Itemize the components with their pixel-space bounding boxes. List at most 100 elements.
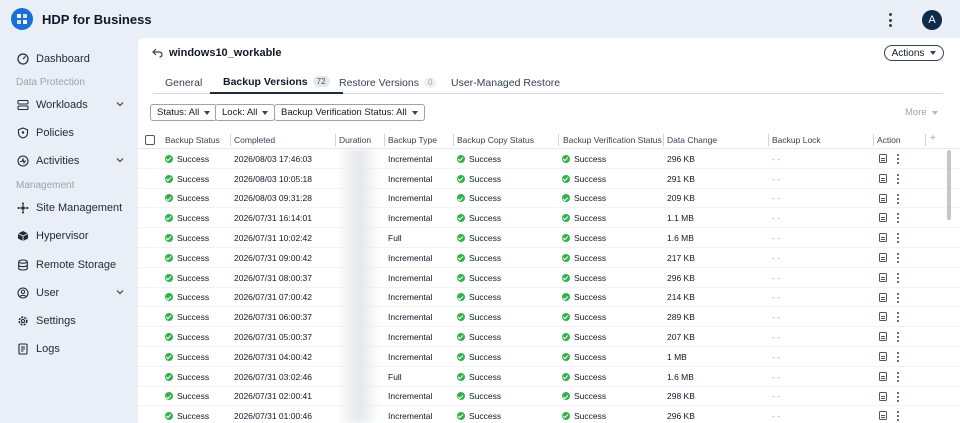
column-header[interactable]: Backup Copy Status [457,135,534,145]
restore-document-icon[interactable] [879,411,887,421]
lock-filter[interactable]: Lock: All [215,104,276,121]
restore-document-icon[interactable] [879,233,887,243]
row-more-icon[interactable] [895,371,901,382]
vertical-scrollbar[interactable] [947,150,951,220]
data-change-cell: 214 KB [667,292,695,303]
data-change-cell: 1.6 MB [667,371,694,382]
more-dropdown[interactable]: More [905,107,938,118]
restore-document-icon[interactable] [879,173,887,183]
more-options-icon[interactable] [882,11,898,29]
table-row[interactable]: Success 2026/07/31 06:00:37 Incremental Suc… [138,307,960,328]
verification-status-cell: Success [562,189,606,209]
status-text: Success [469,371,502,382]
backup-type-cell: Full [388,233,402,244]
tab-restore-versions[interactable]: Restore Versions 0 [339,71,437,94]
row-more-icon[interactable] [895,312,901,323]
restore-document-icon[interactable] [879,371,887,381]
success-check-icon [562,234,570,243]
status-text: Success [574,272,607,283]
restore-document-icon[interactable] [879,292,887,302]
sidebar-item-label: User [36,287,60,299]
sidebar-item-logs[interactable]: Logs [8,337,134,361]
row-more-icon[interactable] [895,154,901,164]
table-row[interactable]: Success 2026/07/31 10:02:42 Full Success Suc… [138,228,960,248]
sidebar-item-settings[interactable]: Settings [8,309,134,333]
row-more-icon[interactable] [895,233,901,244]
status-filter[interactable]: Status: All [150,104,218,121]
table-row[interactable]: Success 2026/07/31 07:00:42 Incremental Suc… [138,288,960,308]
column-header[interactable]: Data Change [667,135,717,145]
add-column-icon[interactable]: + [930,133,936,144]
caret-down-icon [262,110,269,115]
table-row[interactable]: Success 2026/08/03 10:05:18 Incremental Suc… [138,169,960,189]
row-more-icon[interactable] [895,213,901,224]
table-row[interactable]: Success 2026/07/31 08:00:37 Incremental Suc… [138,268,960,288]
row-more-icon[interactable] [895,352,901,362]
row-more-icon[interactable] [895,292,901,303]
backup-type-cell: Incremental [388,332,433,343]
success-check-icon [457,392,465,401]
table-row[interactable]: Success 2026/07/31 09:00:42 Incremental Suc… [138,248,960,268]
sidebar-item-hypervisor[interactable]: Hypervisor [8,224,134,248]
restore-document-icon[interactable] [879,193,887,203]
restore-document-icon[interactable] [879,272,887,282]
tab-general[interactable]: General [165,71,202,94]
row-more-icon[interactable] [895,173,901,184]
restore-document-icon[interactable] [879,332,887,342]
page-title: windows10_workable [169,47,282,59]
row-more-icon[interactable] [895,253,901,263]
column-header[interactable]: Backup Lock [772,135,821,145]
table-row[interactable]: Success 2026/07/31 01:00:46 Incremental Suc… [138,406,960,423]
restore-document-icon[interactable] [879,352,887,361]
row-more-icon[interactable] [895,391,901,402]
column-header[interactable]: Completed [234,135,275,145]
column-header[interactable]: Backup Type [388,135,437,145]
table-row[interactable]: Success 2026/07/31 04:00:42 Incremental Suc… [138,347,960,367]
user-avatar[interactable]: A [922,10,942,30]
row-more-icon[interactable] [895,411,901,422]
restore-document-icon[interactable] [879,391,887,401]
sidebar-item-activities[interactable]: Activities [8,149,134,173]
table-row[interactable]: Success 2026/07/31 16:14:01 Incremental Suc… [138,208,960,229]
success-check-icon [562,174,570,183]
tab-user-managed-restore[interactable]: User-Managed Restore [451,71,560,94]
column-header[interactable]: Backup Verification Status [563,135,662,145]
table-row[interactable]: Success 2026/08/03 09:31:28 Incremental Suc… [138,189,960,209]
tab-label: General [165,76,203,89]
row-more-icon[interactable] [895,272,901,283]
copy-status-cell: Success [457,189,501,209]
tab-count-badge: 0 [423,77,437,88]
restore-document-icon[interactable] [879,312,887,322]
sidebar-item-workloads[interactable]: Workloads [8,93,134,117]
table-row[interactable]: Success 2026/08/03 17:46:03 Incremental Suc… [138,149,960,169]
restore-document-icon[interactable] [879,253,887,262]
success-check-icon [562,412,570,421]
caret-down-icon [204,110,211,115]
restore-document-icon[interactable] [879,154,887,163]
verification-filter[interactable]: Backup Verification Status: All [274,104,425,121]
row-more-icon[interactable] [895,193,901,204]
sidebar-item-site-management[interactable]: Site Management [8,196,134,220]
user-icon [17,287,29,299]
tab-label: Restore Versions [339,76,419,89]
sidebar-item-remote-storage[interactable]: Remote Storage [8,253,134,277]
sidebar-item-dashboard[interactable]: Dashboard [8,47,134,71]
table-row[interactable]: Success 2026/07/31 02:00:41 Incremental Suc… [138,387,960,407]
table-row[interactable]: Success 2026/07/31 05:00:37 Incremental Suc… [138,327,960,347]
success-check-icon [562,154,570,163]
restore-document-icon[interactable] [879,213,887,223]
table-row[interactable]: Success 2026/07/31 03:02:46 Full Success Suc… [138,367,960,387]
sidebar-item-user[interactable]: User [8,281,134,305]
app-title: HDP for Business [42,11,152,27]
select-all-checkbox[interactable] [145,135,155,145]
tab-backup-versions[interactable]: Backup Versions 72 [210,71,343,94]
row-more-icon[interactable] [895,332,901,343]
status-text: Success [469,411,502,422]
completed-cell: 2026/07/31 07:00:42 [234,292,312,303]
back-icon[interactable] [152,48,163,58]
column-header[interactable]: Backup Status [165,135,220,145]
actions-button[interactable]: Actions [884,45,944,61]
backup-type-cell: Incremental [388,173,433,184]
sidebar-item-policies[interactable]: Policies [8,121,134,145]
column-header[interactable]: Duration [339,135,371,145]
